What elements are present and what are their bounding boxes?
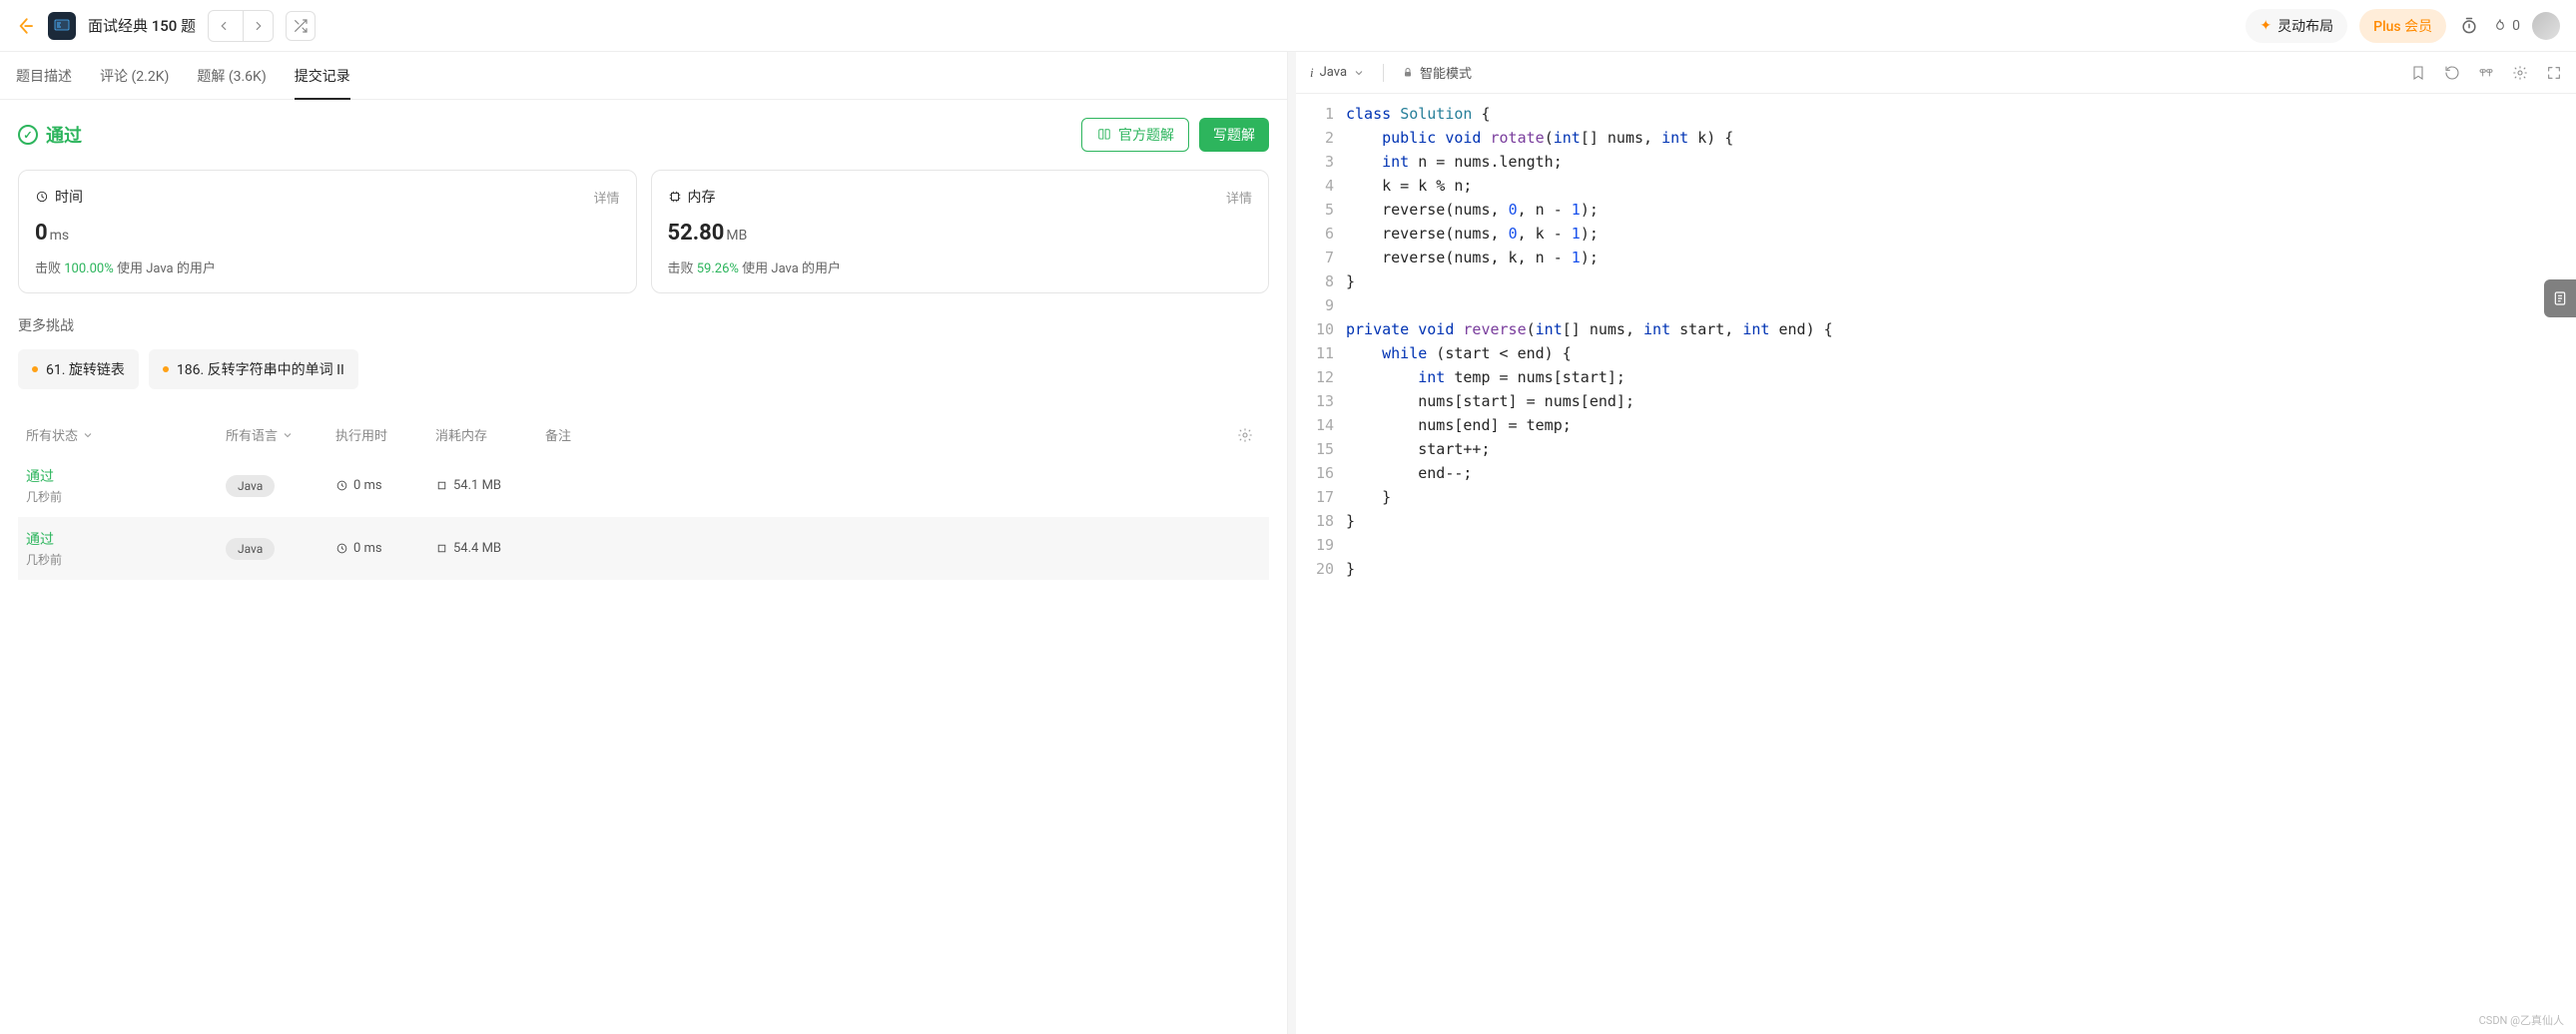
code-editor[interactable]: 1234567891011121314151617181920 class So… [1296, 94, 2576, 1034]
memory-card[interactable]: 内存 详情 52.80MB 击败 59.26% 使用 Java 的用户 [651, 170, 1270, 293]
write-solution-button[interactable]: 写题解 [1199, 118, 1269, 152]
col-note: 备注 [545, 425, 1237, 444]
table-settings-button[interactable] [1237, 427, 1261, 443]
row-memory: 54.4 MB [453, 541, 501, 556]
runtime-beats: 100.00% [64, 261, 113, 276]
filter-status[interactable]: 所有状态 [26, 425, 226, 444]
study-plan-icon[interactable] [48, 12, 76, 40]
difficulty-dot-icon [163, 366, 169, 372]
filter-language[interactable]: 所有语言 [226, 425, 335, 444]
row-memory: 54.1 MB [453, 478, 501, 493]
status-label: 通过 [46, 122, 82, 148]
left-panel: 题目描述 评论 (2.2K) 题解 (3.6K) 提交记录 ✓ 通过 官方题解 … [0, 52, 1288, 1034]
line-gutter: 1234567891011121314151617181920 [1296, 102, 1346, 1034]
check-circle-icon: ✓ [18, 125, 38, 145]
plus-label: Plus 会员 [2373, 16, 2432, 36]
timer-icon[interactable] [2458, 15, 2480, 37]
row-time-ago: 几秒前 [26, 488, 62, 505]
col-memory: 消耗内存 [435, 425, 545, 444]
next-button[interactable] [243, 11, 273, 41]
challenge-label: 186. 反转字符串中的单词 II [177, 359, 344, 379]
book-icon [1096, 128, 1112, 142]
chip-icon [668, 190, 682, 204]
memory-value: 52.80 [668, 221, 725, 246]
layout-button[interactable]: ✦ 灵动布局 [2246, 9, 2347, 43]
language-selector[interactable]: i Java [1310, 65, 1365, 81]
autocomplete-mode[interactable]: 智能模式 [1402, 63, 1472, 82]
tab-solutions[interactable]: 题解 (3.6K) [197, 52, 266, 99]
row-status: 通过 [26, 466, 62, 486]
memory-beats: 59.26% [697, 261, 739, 276]
row-status: 通过 [26, 529, 62, 549]
official-solution-button[interactable]: 官方题解 [1081, 118, 1189, 152]
status-accepted: ✓ 通过 [18, 122, 82, 148]
page-title: 面试经典 150 题 [88, 15, 196, 36]
avatar[interactable] [2532, 12, 2560, 40]
shuffle-button[interactable] [286, 11, 316, 41]
topbar: 面试经典 150 题 ✦ 灵动布局 Plus 会员 0 [0, 0, 2576, 52]
streak-count: 0 [2512, 18, 2520, 34]
challenge-label: 61. 旋转链表 [46, 359, 125, 379]
submission-row[interactable]: 通过几秒前 Java 0 ms 54.4 MB [18, 517, 1269, 580]
memory-detail-link[interactable]: 详情 [1226, 188, 1252, 207]
tab-bar: 题目描述 评论 (2.2K) 题解 (3.6K) 提交记录 [0, 52, 1287, 100]
bookmark-icon[interactable] [2410, 65, 2426, 81]
resize-handle[interactable] [1288, 52, 1296, 1034]
memory-label: 内存 [688, 187, 716, 207]
chip-icon [435, 542, 448, 555]
row-lang-pill: Java [226, 475, 275, 497]
chip-icon [435, 479, 448, 492]
submission-row[interactable]: 通过几秒前 Java 0 ms 54.1 MB [18, 454, 1269, 517]
editor-panel: i Java 智能模式 1234567891011121314151617181… [1296, 52, 2576, 1034]
submissions-table-head: 所有状态 所有语言 执行用时 消耗内存 备注 [18, 415, 1269, 454]
runtime-detail-link[interactable]: 详情 [593, 188, 619, 207]
settings-icon[interactable] [2512, 65, 2528, 81]
keyboard-shortcut-icon[interactable] [2478, 65, 2494, 81]
memory-unit: MB [726, 228, 747, 244]
lock-icon [1402, 66, 1414, 79]
layout-button-label: 灵动布局 [2277, 16, 2333, 36]
prev-button[interactable] [209, 11, 239, 41]
tab-discuss[interactable]: 评论 (2.2K) [100, 52, 169, 99]
leetcode-logo-icon[interactable] [16, 16, 36, 36]
clock-icon [335, 542, 348, 555]
code-content[interactable]: class Solution { public void rotate(int[… [1346, 102, 2576, 1034]
plus-member-button[interactable]: Plus 会员 [2359, 9, 2446, 43]
col-runtime: 执行用时 [335, 425, 435, 444]
challenge-chip[interactable]: 186. 反转字符串中的单词 II [149, 349, 358, 389]
notes-side-tab[interactable] [2544, 279, 2576, 317]
reset-icon[interactable] [2444, 65, 2460, 81]
watermark: CSDN @乙真仙人 [2479, 1012, 2564, 1028]
row-runtime: 0 ms [353, 541, 382, 556]
challenges-title: 更多挑战 [18, 315, 1269, 335]
row-runtime: 0 ms [353, 478, 382, 493]
clock-icon [335, 479, 348, 492]
row-time-ago: 几秒前 [26, 551, 62, 568]
runtime-unit: ms [50, 228, 70, 244]
mode-label: 智能模式 [1420, 63, 1472, 82]
prev-next-nav [208, 10, 274, 42]
runtime-value: 0 [35, 221, 48, 246]
tab-description[interactable]: 题目描述 [16, 52, 72, 99]
language-label: Java [1320, 65, 1347, 80]
tab-submissions[interactable]: 提交记录 [295, 52, 350, 99]
runtime-card[interactable]: 时间 详情 0ms 击败 100.00% 使用 Java 的用户 [18, 170, 637, 293]
challenge-chip[interactable]: 61. 旋转链表 [18, 349, 139, 389]
row-lang-pill: Java [226, 538, 275, 560]
difficulty-dot-icon [32, 366, 38, 372]
official-label: 官方题解 [1118, 125, 1174, 145]
sparkle-icon: ✦ [2259, 18, 2271, 34]
clock-icon [35, 190, 49, 204]
runtime-label: 时间 [55, 187, 83, 207]
fullscreen-icon[interactable] [2546, 65, 2562, 81]
streak-counter[interactable]: 0 [2492, 17, 2520, 35]
flame-icon [2492, 17, 2508, 35]
